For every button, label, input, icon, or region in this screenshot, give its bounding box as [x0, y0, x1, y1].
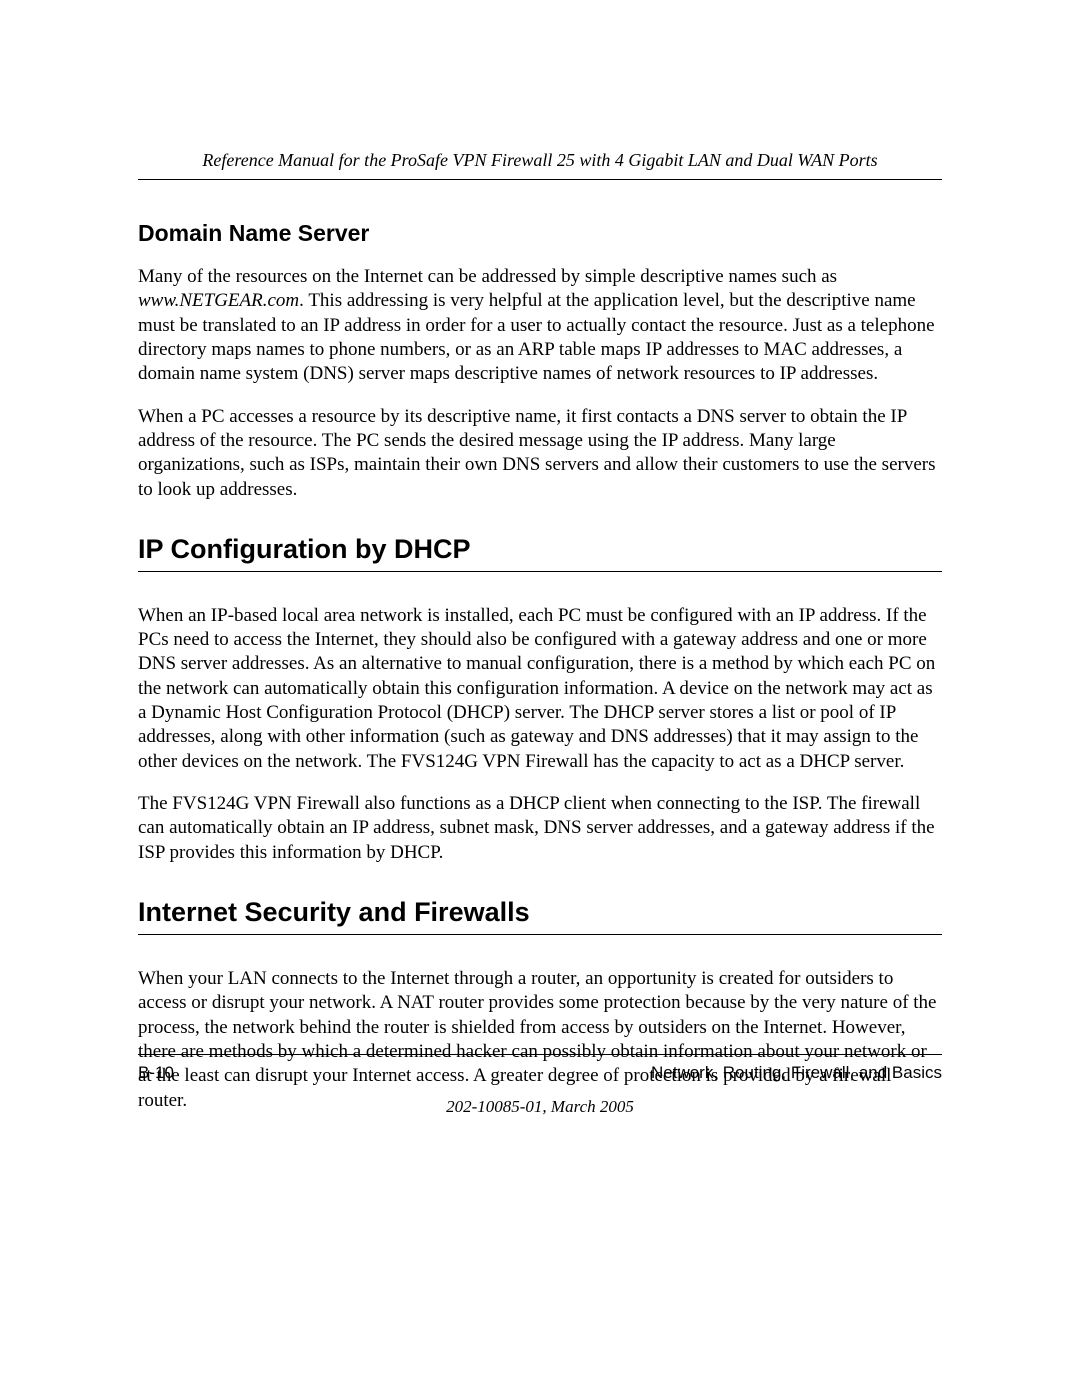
footer-rule	[138, 1054, 942, 1055]
document-page: Reference Manual for the ProSafe VPN Fir…	[0, 0, 1080, 1113]
heading-dns: Domain Name Server	[138, 220, 942, 247]
page-footer: B-10 Network, Routing, Firewall, and Bas…	[138, 1054, 942, 1117]
heading-dhcp: IP Configuration by DHCP	[138, 534, 942, 572]
url-emphasis: www.NETGEAR.com	[138, 290, 299, 311]
heading-firewalls: Internet Security and Firewalls	[138, 897, 942, 935]
footer-doc-date: 202-10085-01, March 2005	[138, 1097, 942, 1117]
footer-row: B-10 Network, Routing, Firewall, and Bas…	[138, 1063, 942, 1083]
page-number: B-10	[138, 1063, 174, 1083]
text-fragment: Many of the resources on the Internet ca…	[138, 266, 837, 287]
dhcp-paragraph-1: When an IP-based local area network is i…	[138, 604, 942, 774]
dhcp-paragraph-2: The FVS124G VPN Firewall also functions …	[138, 792, 942, 865]
dns-paragraph-2: When a PC accesses a resource by its des…	[138, 405, 942, 502]
running-header: Reference Manual for the ProSafe VPN Fir…	[138, 150, 942, 180]
dns-paragraph-1: Many of the resources on the Internet ca…	[138, 265, 942, 387]
footer-section-title: Network, Routing, Firewall, and Basics	[651, 1063, 942, 1083]
